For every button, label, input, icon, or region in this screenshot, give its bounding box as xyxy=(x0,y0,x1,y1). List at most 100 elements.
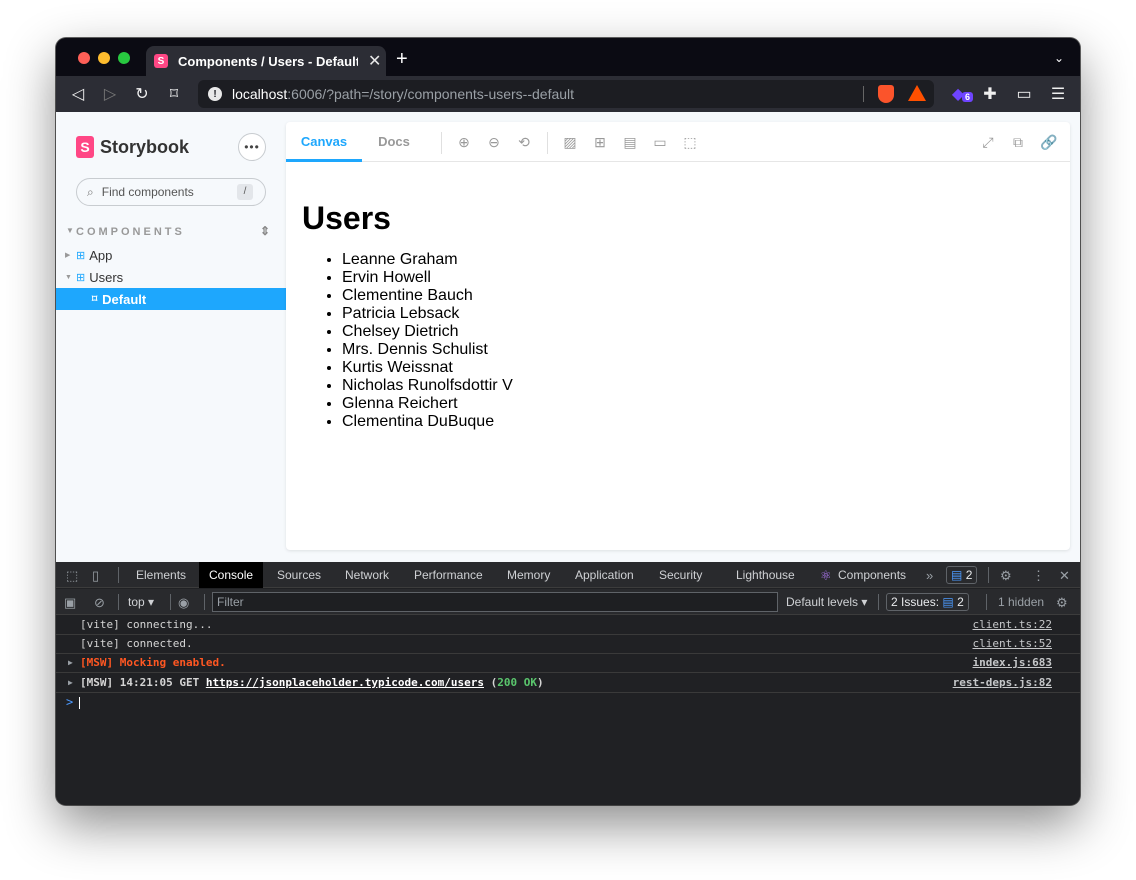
close-tab-icon[interactable]: ✕ xyxy=(368,51,381,71)
messages-badge[interactable]: ▤ 2 xyxy=(946,566,978,584)
tab-performance[interactable]: Performance xyxy=(414,562,483,588)
browser-tab[interactable]: S Components / Users - Default ✕ xyxy=(146,46,386,76)
maximize-window-button[interactable] xyxy=(118,52,130,64)
tab-network[interactable]: Network xyxy=(345,562,389,588)
measure-icon[interactable]: ▭ xyxy=(652,134,668,151)
source-link[interactable]: client.ts:52 xyxy=(973,635,1052,653)
zoom-out-icon[interactable]: ⊖ xyxy=(486,134,502,151)
viewport-icon[interactable]: ▤ xyxy=(622,134,638,151)
log-levels-select[interactable]: Default levels ▾ xyxy=(786,589,867,615)
caret-down-icon: ▼ xyxy=(65,273,72,281)
search-placeholder: Find components xyxy=(101,185,194,199)
close-window-button[interactable] xyxy=(78,52,90,64)
expand-arrow-icon[interactable]: ▶ xyxy=(68,654,73,672)
sidebar-toggle-icon[interactable]: ▣ xyxy=(64,595,76,611)
storybook-logo[interactable]: S Storybook xyxy=(76,136,189,158)
tab-security[interactable]: Security xyxy=(659,562,702,588)
react-icon: ⚛ xyxy=(820,568,832,583)
tab-canvas[interactable]: Canvas xyxy=(286,122,362,162)
tab-application[interactable]: Application xyxy=(575,562,634,588)
expand-collapse-icon[interactable]: ⇕ xyxy=(260,224,270,238)
log-levels-value: Default levels xyxy=(786,595,859,609)
eye-icon[interactable]: ◉ xyxy=(178,595,189,611)
divider xyxy=(170,594,171,610)
address-bar[interactable]: ! localhost:6006/?path=/story/components… xyxy=(198,80,934,108)
hidden-count: 1 hidden xyxy=(998,595,1045,609)
tab-components[interactable]: Components xyxy=(838,562,906,588)
caret-down-icon: ▼ xyxy=(66,226,74,235)
message-icon: ▤ xyxy=(942,595,954,609)
open-new-tab-icon[interactable]: ⧉ xyxy=(1010,134,1026,151)
back-icon[interactable]: ◁ xyxy=(68,84,88,104)
forward-icon[interactable]: ▷ xyxy=(100,84,120,104)
page-title: Users xyxy=(302,200,391,236)
grid-icon[interactable]: ⊞ xyxy=(592,134,608,151)
console-input[interactable] xyxy=(79,697,80,709)
context-select[interactable]: top ▾ xyxy=(128,589,154,615)
divider xyxy=(988,567,989,583)
brave-shields-icon[interactable] xyxy=(878,85,894,103)
sidebar-item-app[interactable]: ▶ ⊞ App xyxy=(56,244,286,266)
reload-icon[interactable]: ↻ xyxy=(132,84,152,104)
brave-rewards-icon[interactable] xyxy=(908,85,926,101)
tab-sources[interactable]: Sources xyxy=(277,562,321,588)
link-icon[interactable]: 🔗 xyxy=(1040,134,1057,151)
device-toolbar-icon[interactable]: ▯ xyxy=(92,568,99,584)
status-ok: 200 OK xyxy=(497,676,537,689)
tab-docs[interactable]: Docs xyxy=(366,122,422,162)
search-field[interactable]: ⌕ Find components / xyxy=(76,178,266,206)
more-tabs-icon[interactable]: » xyxy=(926,568,933,583)
clear-console-icon[interactable]: ⊘ xyxy=(94,595,105,611)
minimize-window-button[interactable] xyxy=(98,52,110,64)
expand-arrow-icon[interactable]: ▶ xyxy=(68,674,73,692)
story-canvas: Users Leanne Graham Ervin Howell Clement… xyxy=(302,200,513,431)
zoom-reset-icon[interactable]: ⟲ xyxy=(516,134,532,151)
divider xyxy=(863,86,864,102)
filter-input[interactable]: Filter xyxy=(212,592,778,612)
tab-bar: S Components / Users - Default ✕ + ⌄ xyxy=(56,38,1080,76)
wallet-icon[interactable]: ▭ xyxy=(1014,84,1034,104)
section-label: COMPONENTS xyxy=(76,226,185,238)
more-options-icon[interactable]: ⋮ xyxy=(1032,568,1045,584)
tab-memory[interactable]: Memory xyxy=(507,562,550,588)
fullscreen-icon[interactable]: ⤢ xyxy=(980,134,996,151)
chevron-down-icon[interactable]: ⌄ xyxy=(1054,51,1064,65)
console-text: [vite] connected. xyxy=(80,637,193,650)
console-settings-icon[interactable]: ⚙ xyxy=(1056,595,1068,611)
issues-button[interactable]: 2 Issues: ▤ 2 xyxy=(886,593,969,611)
puzzle-icon[interactable]: ✚ xyxy=(980,84,1000,104)
sidebar-item-default[interactable]: ⌑ Default xyxy=(56,288,286,310)
tab-elements[interactable]: Elements xyxy=(136,562,186,588)
source-link[interactable]: client.ts:22 xyxy=(973,616,1052,634)
menu-icon[interactable]: ☰ xyxy=(1048,84,1068,104)
inspect-element-icon[interactable]: ⬚ xyxy=(66,568,78,584)
bookmark-icon: ⌑ xyxy=(92,293,98,305)
more-options-button[interactable]: ••• xyxy=(238,133,266,161)
zoom-in-icon[interactable]: ⊕ xyxy=(456,134,472,151)
url-host: localhost xyxy=(232,86,288,102)
request-url[interactable]: https://jsonplaceholder.typicode.com/use… xyxy=(206,676,484,689)
preview-panel: Canvas Docs ⊕ ⊖ ⟲ ▨ ⊞ ▤ ▭ ⬚ ⤢ ⧉ 🔗 Users … xyxy=(286,122,1070,550)
background-icon[interactable]: ▨ xyxy=(562,134,578,151)
outline-icon[interactable]: ⬚ xyxy=(682,134,698,151)
console-message[interactable]: ▶ [MSW] Mocking enabled. index.js:683 xyxy=(56,654,1080,673)
sidebar-item-users[interactable]: ▼ ⊞ Users xyxy=(56,266,286,288)
storybook-app: S Storybook ••• ⌕ Find components / ▼ CO… xyxy=(56,112,1080,562)
component-icon: ⊞ xyxy=(76,249,86,262)
storybook-logo-icon: S xyxy=(76,136,94,158)
tab-lighthouse[interactable]: Lighthouse xyxy=(736,562,795,588)
source-link[interactable]: rest-deps.js:82 xyxy=(953,674,1052,692)
close-icon[interactable]: ✕ xyxy=(1059,568,1070,584)
site-info-icon[interactable]: ! xyxy=(208,87,222,101)
devtools-tab-bar: ⬚ ▯ Elements Console Sources Network Per… xyxy=(56,562,1080,588)
console-text: [MSW] 14:21:05 GET https://jsonplacehold… xyxy=(80,674,544,692)
sidebar: S Storybook ••• ⌕ Find components / ▼ CO… xyxy=(56,112,286,562)
source-link[interactable]: index.js:683 xyxy=(973,654,1052,672)
devtools-panel: ⬚ ▯ Elements Console Sources Network Per… xyxy=(56,562,1080,805)
bookmark-icon[interactable]: ⌑ xyxy=(164,84,184,104)
tab-console[interactable]: Console xyxy=(199,562,264,588)
console-message[interactable]: ▶ [MSW] 14:21:05 GET https://jsonplaceho… xyxy=(56,674,1080,693)
new-tab-button[interactable]: + xyxy=(396,48,408,71)
settings-icon[interactable]: ⚙ xyxy=(1000,568,1012,584)
divider xyxy=(441,132,442,154)
